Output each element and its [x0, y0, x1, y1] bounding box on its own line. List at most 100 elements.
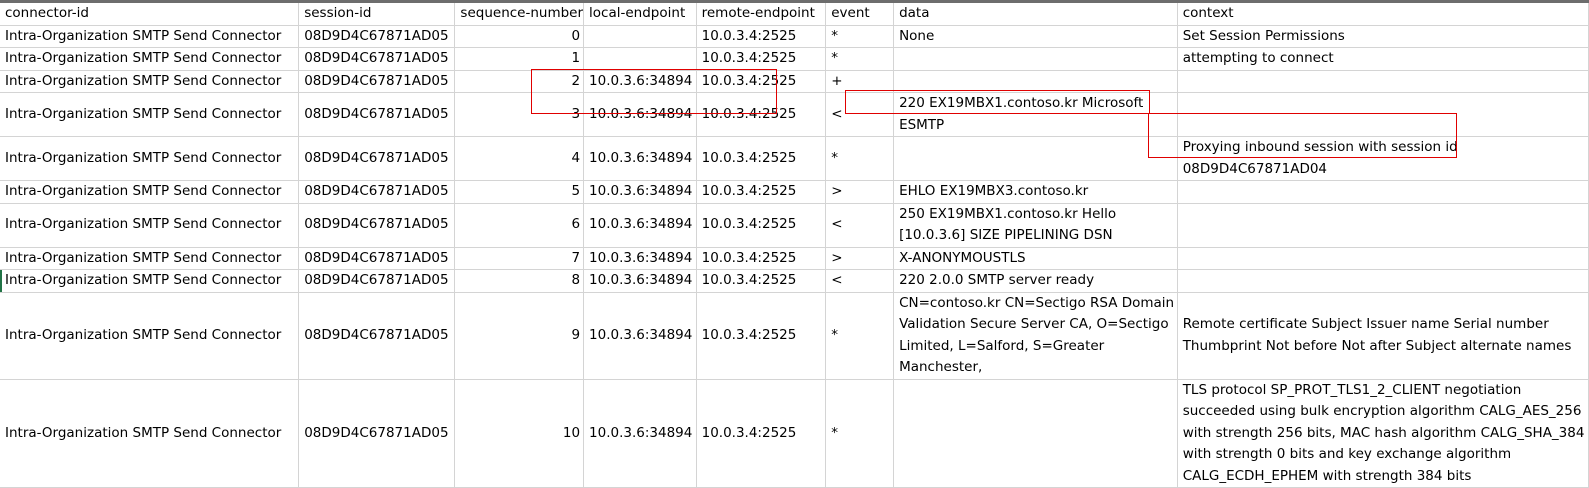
- cell-context[interactable]: [1177, 269, 1589, 293]
- cell-data[interactable]: CN=contoso.kr CN=Sectigo RSA Domain Vali…: [893, 292, 1178, 380]
- cell-data[interactable]: [893, 136, 1178, 181]
- cell-local-endpoint[interactable]: 10.0.3.6:34894: [583, 180, 697, 204]
- cell-local-endpoint[interactable]: 10.0.3.6:34894: [583, 269, 697, 293]
- cell-session-id[interactable]: 08D9D4C67871AD05: [298, 25, 456, 48]
- cell-sequence-number[interactable]: 10: [454, 379, 585, 488]
- cell-session-id[interactable]: 08D9D4C67871AD05: [298, 247, 456, 270]
- cell-connector-id[interactable]: Intra-Organization SMTP Send Connector: [0, 247, 300, 270]
- cell-session-id[interactable]: 08D9D4C67871AD05: [298, 70, 456, 93]
- cell-session-id[interactable]: 08D9D4C67871AD05: [298, 180, 456, 204]
- cell-event[interactable]: <: [825, 92, 895, 137]
- cell-local-endpoint[interactable]: [583, 25, 697, 48]
- cell-event[interactable]: >: [825, 247, 895, 270]
- cell-event[interactable]: *: [825, 136, 895, 181]
- column-header-session-id[interactable]: session-id: [298, 3, 456, 26]
- cell-session-id[interactable]: 08D9D4C67871AD05: [298, 203, 456, 248]
- cell-data[interactable]: EHLO EX19MBX3.contoso.kr: [893, 180, 1178, 204]
- cell-context[interactable]: [1177, 247, 1589, 270]
- cell-sequence-number[interactable]: 9: [454, 292, 585, 380]
- cell-event[interactable]: *: [825, 379, 895, 488]
- cell-data[interactable]: 220 EX19MBX1.contoso.kr Microsoft ESMTP: [893, 92, 1178, 137]
- cell-context[interactable]: [1177, 203, 1589, 248]
- cell-remote-endpoint[interactable]: 10.0.3.4:2525: [696, 247, 827, 270]
- column-header-connector-id[interactable]: connector-id: [0, 3, 300, 26]
- cell-sequence-number[interactable]: 7: [454, 247, 585, 270]
- cell-data[interactable]: 250 EX19MBX1.contoso.kr Hello [10.0.3.6]…: [893, 203, 1178, 248]
- cell-event[interactable]: *: [825, 292, 895, 380]
- cell-data[interactable]: X-ANONYMOUSTLS: [893, 247, 1178, 270]
- cell-data[interactable]: None: [893, 25, 1178, 48]
- cell-sequence-number[interactable]: 5: [454, 180, 585, 204]
- cell-remote-endpoint[interactable]: 10.0.3.4:2525: [696, 92, 827, 137]
- cell-connector-id[interactable]: Intra-Organization SMTP Send Connector: [0, 292, 300, 380]
- cell-sequence-number[interactable]: 1: [454, 47, 585, 71]
- cell-context[interactable]: Proxying inbound session with session id…: [1177, 136, 1589, 181]
- cell-context[interactable]: [1177, 92, 1589, 137]
- cell-sequence-number[interactable]: 0: [454, 25, 585, 48]
- cell-local-endpoint[interactable]: 10.0.3.6:34894: [583, 379, 697, 488]
- cell-remote-endpoint[interactable]: 10.0.3.4:2525: [696, 25, 827, 48]
- cell-event[interactable]: *: [825, 47, 895, 71]
- cell-remote-endpoint[interactable]: 10.0.3.4:2525: [696, 47, 827, 71]
- cell-context[interactable]: TLS protocol SP_PROT_TLS1_2_CLIENT negot…: [1177, 379, 1589, 488]
- cell-context[interactable]: Set Session Permissions: [1177, 25, 1589, 48]
- cell-remote-endpoint[interactable]: 10.0.3.4:2525: [696, 180, 827, 204]
- cell-event[interactable]: <: [825, 269, 895, 293]
- cell-remote-endpoint[interactable]: 10.0.3.4:2525: [696, 70, 827, 93]
- cell-sequence-number[interactable]: 8: [454, 269, 585, 293]
- cell-connector-id[interactable]: Intra-Organization SMTP Send Connector: [0, 25, 300, 48]
- column-header-context[interactable]: context: [1177, 3, 1589, 26]
- column-header-remote-endpoint[interactable]: remote-endpoint: [696, 3, 827, 26]
- column-header-local-endpoint[interactable]: local-endpoint: [583, 3, 697, 26]
- cell-session-id[interactable]: 08D9D4C67871AD05: [298, 92, 456, 137]
- cell-local-endpoint[interactable]: 10.0.3.6:34894: [583, 70, 697, 93]
- cell-local-endpoint[interactable]: [583, 47, 697, 71]
- cell-local-endpoint[interactable]: 10.0.3.6:34894: [583, 203, 697, 248]
- cell-connector-id[interactable]: Intra-Organization SMTP Send Connector: [0, 203, 300, 248]
- cell-connector-id[interactable]: Intra-Organization SMTP Send Connector: [0, 92, 300, 137]
- cell-sequence-number[interactable]: 3: [454, 92, 585, 137]
- cell-sequence-number[interactable]: 2: [454, 70, 585, 93]
- cell-data[interactable]: [893, 47, 1178, 71]
- cell-connector-id[interactable]: Intra-Organization SMTP Send Connector: [0, 180, 300, 204]
- cell-local-endpoint[interactable]: 10.0.3.6:34894: [583, 292, 697, 380]
- cell-session-id[interactable]: 08D9D4C67871AD05: [298, 379, 456, 488]
- cell-session-id[interactable]: 08D9D4C67871AD05: [298, 269, 456, 293]
- header-row: connector-id session-id sequence-number loc…: [0, 3, 1589, 26]
- cell-session-id[interactable]: 08D9D4C67871AD05: [298, 47, 456, 71]
- table-row: Intra-Organization SMTP Send Connector 08…: [0, 292, 1589, 380]
- cell-data[interactable]: [893, 70, 1178, 93]
- cell-context[interactable]: [1177, 70, 1589, 93]
- cell-context[interactable]: Remote certificate Subject Issuer name S…: [1177, 292, 1589, 380]
- cell-remote-endpoint[interactable]: 10.0.3.4:2525: [696, 379, 827, 488]
- cell-event[interactable]: <: [825, 203, 895, 248]
- cell-remote-endpoint[interactable]: 10.0.3.4:2525: [696, 269, 827, 293]
- cell-sequence-number[interactable]: 6: [454, 203, 585, 248]
- cell-data[interactable]: [893, 379, 1178, 488]
- cell-context[interactable]: [1177, 180, 1589, 204]
- cell-connector-id[interactable]: Intra-Organization SMTP Send Connector: [0, 136, 300, 181]
- column-header-data[interactable]: data: [893, 3, 1178, 26]
- cell-local-endpoint[interactable]: 10.0.3.6:34894: [583, 247, 697, 270]
- cell-session-id[interactable]: 08D9D4C67871AD05: [298, 136, 456, 181]
- table-row: Intra-Organization SMTP Send Connector 08…: [0, 25, 1589, 48]
- column-header-event[interactable]: event: [825, 3, 895, 26]
- cell-connector-id[interactable]: Intra-Organization SMTP Send Connector: [0, 47, 300, 71]
- cell-session-id[interactable]: 08D9D4C67871AD05: [298, 292, 456, 380]
- cell-connector-id[interactable]: Intra-Organization SMTP Send Connector: [0, 269, 300, 293]
- cell-data[interactable]: 220 2.0.0 SMTP server ready: [893, 269, 1178, 293]
- cell-local-endpoint[interactable]: 10.0.3.6:34894: [583, 136, 697, 181]
- cell-remote-endpoint[interactable]: 10.0.3.4:2525: [696, 292, 827, 380]
- cell-remote-endpoint[interactable]: 10.0.3.4:2525: [696, 203, 827, 248]
- cell-local-endpoint[interactable]: 10.0.3.6:34894: [583, 92, 697, 137]
- table-row: Intra-Organization SMTP Send Connector 08…: [0, 136, 1589, 181]
- cell-context[interactable]: attempting to connect: [1177, 47, 1589, 71]
- cell-connector-id[interactable]: Intra-Organization SMTP Send Connector: [0, 70, 300, 93]
- cell-event[interactable]: >: [825, 180, 895, 204]
- cell-event[interactable]: *: [825, 25, 895, 48]
- cell-connector-id[interactable]: Intra-Organization SMTP Send Connector: [0, 379, 300, 488]
- column-header-sequence-number[interactable]: sequence-number: [454, 3, 585, 26]
- cell-remote-endpoint[interactable]: 10.0.3.4:2525: [696, 136, 827, 181]
- cell-sequence-number[interactable]: 4: [454, 136, 585, 181]
- cell-event[interactable]: +: [825, 70, 895, 93]
